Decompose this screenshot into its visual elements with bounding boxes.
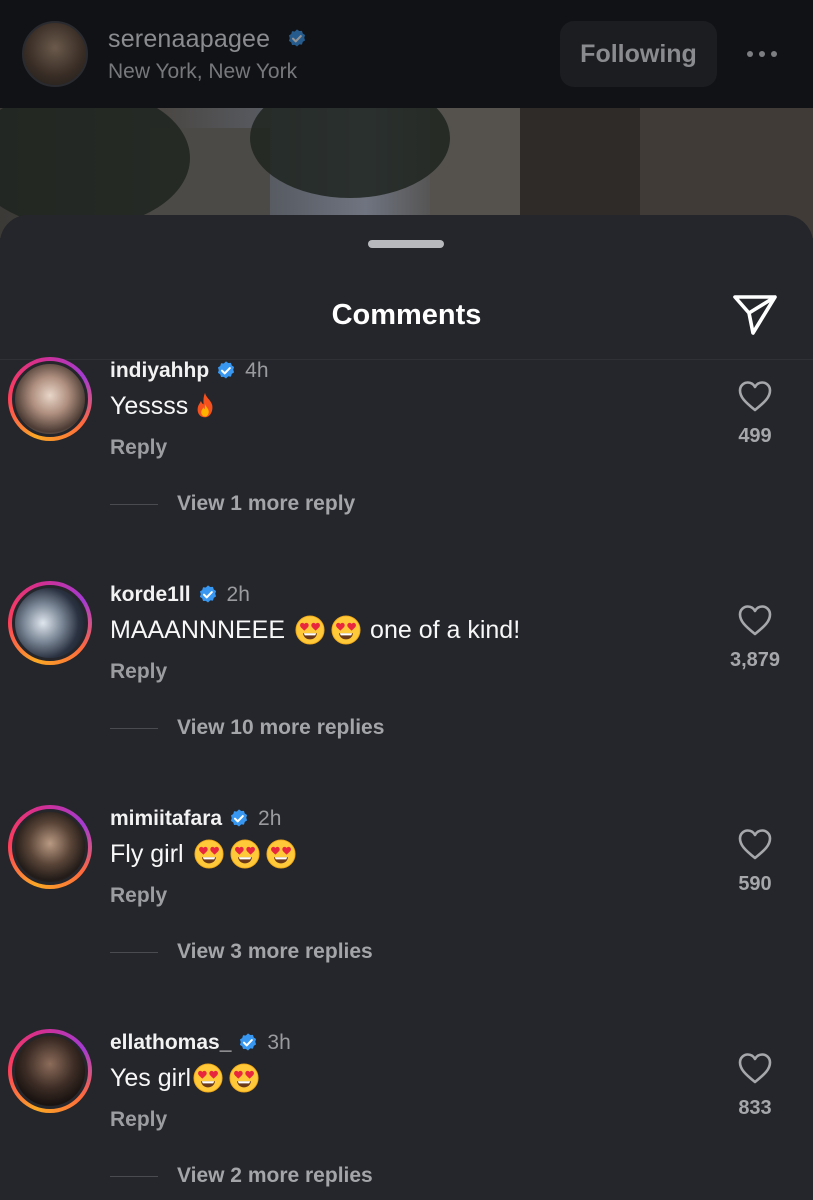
like-count: 590	[738, 873, 772, 895]
reply-button[interactable]: Reply	[110, 1108, 167, 1132]
verified-badge-icon	[197, 584, 219, 606]
comment-item: indiyahhp 4h Yessss Reply 499 View 1 mor…	[0, 357, 813, 585]
comment-username[interactable]: ellathomas_	[110, 1031, 231, 1055]
comment-text: Yes girl	[110, 1063, 192, 1092]
avatar	[12, 361, 88, 437]
like-count: 3,879	[729, 649, 781, 671]
verified-badge-icon	[228, 808, 250, 830]
heart-eyes-emoji-icon	[229, 1063, 259, 1093]
verified-badge-icon	[237, 1032, 259, 1054]
heart-eyes-emoji-icon	[193, 1063, 223, 1093]
comment-text: Fly girl	[110, 839, 184, 868]
verified-badge-icon	[286, 28, 308, 50]
heart-eyes-emoji-icon	[230, 839, 260, 869]
comment-time: 4h	[245, 359, 269, 382]
sheet-title: Comments	[331, 299, 482, 331]
paper-plane-icon[interactable]	[731, 291, 779, 337]
divider	[110, 1175, 158, 1177]
more-options-button[interactable]	[737, 21, 787, 87]
heart-eyes-emoji-icon	[295, 615, 325, 645]
post-author-avatar[interactable]	[22, 21, 88, 87]
comment-text: MAAANNNEEE	[110, 615, 286, 644]
heart-outline-icon	[738, 1053, 772, 1084]
heart-outline-icon	[738, 381, 772, 412]
reply-button[interactable]: Reply	[110, 884, 167, 908]
sheet-drag-handle[interactable]	[368, 240, 444, 248]
post-author-username[interactable]: serenaapagee	[108, 25, 270, 54]
like-button[interactable]: 590	[726, 827, 784, 896]
fire-emoji-icon	[190, 391, 220, 421]
view-replies-button[interactable]: View 1 more reply	[110, 492, 355, 516]
view-replies-label: View 2 more replies	[177, 1164, 373, 1187]
avatar	[12, 585, 88, 661]
comment-item: mimiitafara 2h Fly girl Reply 590 View 3…	[0, 805, 813, 1033]
comment-item: ellathomas_ 3h Yes girl Reply 833 View 2…	[0, 1029, 813, 1200]
ellipsis-icon	[747, 51, 753, 57]
following-button[interactable]: Following	[560, 21, 717, 87]
view-replies-label: View 1 more reply	[177, 492, 356, 515]
heart-outline-icon	[738, 605, 772, 636]
like-button[interactable]: 499	[726, 379, 784, 448]
comment-text-line: Yes girl	[110, 1063, 259, 1093]
divider	[110, 727, 158, 729]
comment-time: 3h	[267, 1031, 291, 1054]
view-replies-button[interactable]: View 2 more replies	[110, 1164, 373, 1188]
comment-username[interactable]: mimiitafara	[110, 807, 222, 831]
comment-text-line: Yessss	[110, 391, 220, 421]
like-button[interactable]: 833	[726, 1051, 784, 1120]
story-ring[interactable]	[8, 357, 92, 441]
like-count: 833	[738, 1097, 772, 1119]
verified-badge-icon	[215, 360, 237, 382]
view-replies-label: View 3 more replies	[177, 940, 373, 963]
story-ring[interactable]	[8, 1029, 92, 1113]
comment-time: 2h	[226, 583, 250, 606]
post-location[interactable]: New York, New York	[108, 60, 560, 84]
view-replies-button[interactable]: View 10 more replies	[110, 716, 384, 740]
reply-button[interactable]: Reply	[110, 660, 167, 684]
post-author-info: serenaapagee New York, New York	[108, 25, 560, 84]
heart-eyes-emoji-icon	[266, 839, 296, 869]
story-ring[interactable]	[8, 581, 92, 665]
comment-username[interactable]: korde1ll	[110, 583, 191, 607]
heart-eyes-emoji-icon	[194, 839, 224, 869]
story-ring[interactable]	[8, 805, 92, 889]
comment-time: 2h	[258, 807, 282, 830]
comment-text: Yessss	[110, 391, 189, 420]
divider	[110, 951, 158, 953]
comments-sheet: Comments indiyahhp 4h Yessss Reply 499 V…	[0, 215, 813, 1200]
avatar	[12, 809, 88, 885]
like-count: 499	[738, 425, 772, 447]
like-button[interactable]: 3,879	[722, 603, 788, 672]
reply-button[interactable]: Reply	[110, 436, 167, 460]
comment-item: korde1ll 2h MAAANNNEEE one of a kind! Re…	[0, 581, 813, 809]
view-replies-button[interactable]: View 3 more replies	[110, 940, 373, 964]
view-replies-label: View 10 more replies	[177, 716, 385, 739]
avatar	[12, 1033, 88, 1109]
divider	[110, 503, 158, 505]
heart-eyes-emoji-icon	[331, 615, 361, 645]
comment-text: one of a kind!	[370, 615, 521, 644]
heart-outline-icon	[738, 829, 772, 860]
comment-text-line: Fly girl	[110, 839, 296, 869]
comment-username[interactable]: indiyahhp	[110, 359, 209, 383]
post-header: serenaapagee New York, New York Followin…	[0, 0, 813, 108]
comment-text-line: MAAANNNEEE one of a kind!	[110, 615, 520, 645]
